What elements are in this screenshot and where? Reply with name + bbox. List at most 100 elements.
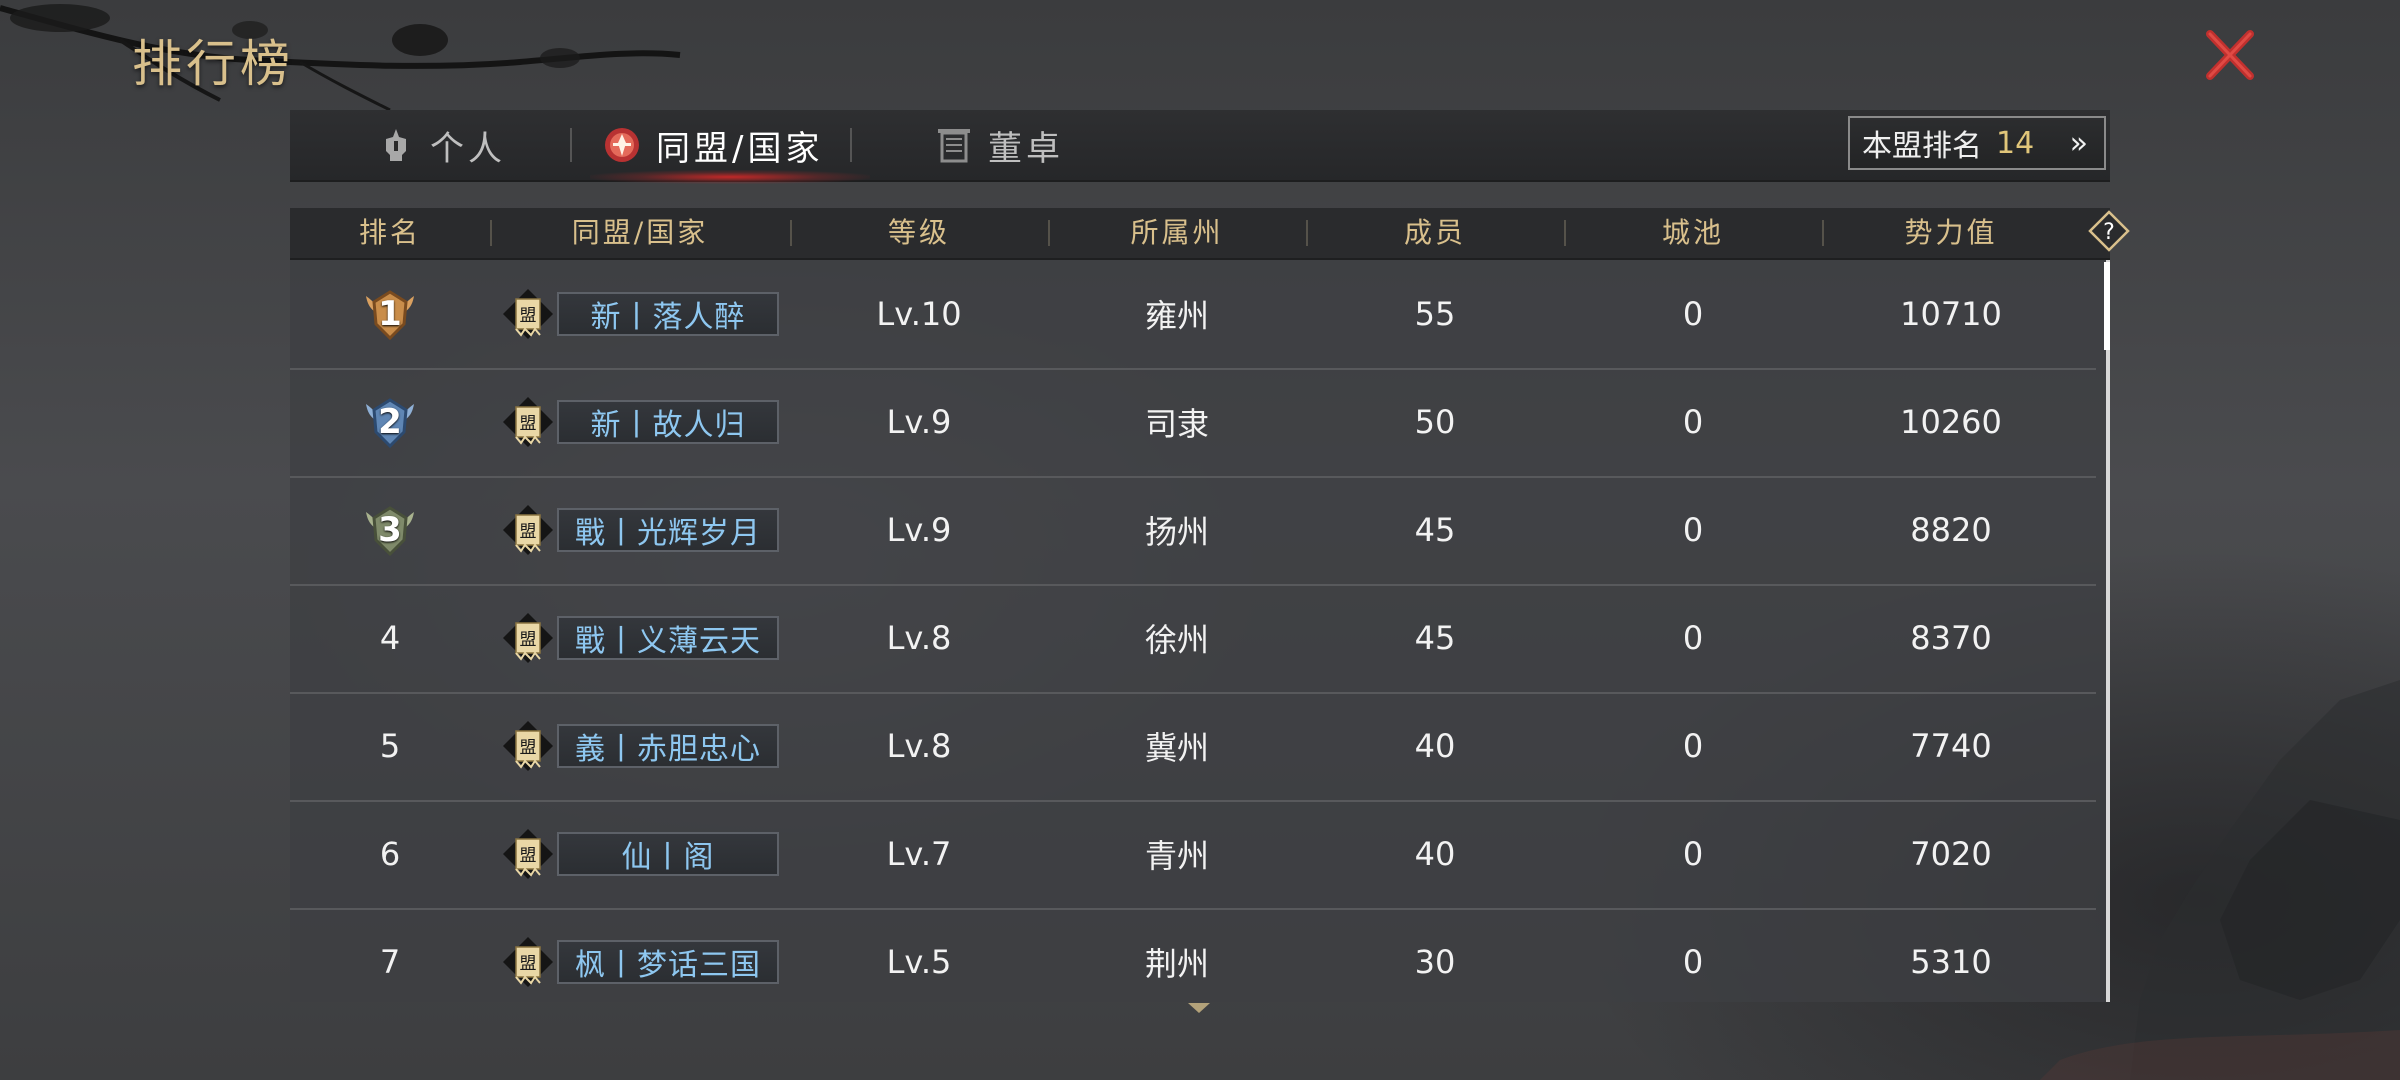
my-alliance-rank-button[interactable]: 本盟排名 14 »	[1848, 116, 2106, 170]
scrollbar-track[interactable]	[2106, 260, 2110, 1002]
table-row[interactable]: 7 盟 枫丨梦话三国 Lv.5 荆州 30 0 5310	[290, 908, 2096, 1002]
ranking-table-body[interactable]: 1 盟 新丨落人醉 Lv.10 雍州 55 0 10710 2 盟 新丨故人归	[290, 260, 2110, 1002]
power-cell: 10260	[1900, 403, 2002, 441]
rank-number: 2	[378, 402, 402, 442]
rank-medal-icon: 1	[360, 284, 420, 344]
power-cell: 10710	[1900, 295, 2002, 333]
alliance-badge-icon: 盟	[503, 937, 553, 987]
svg-text:盟: 盟	[520, 630, 537, 650]
power-cell: 8820	[1910, 511, 1992, 549]
alliance-name-link[interactable]: 義丨赤胆忠心	[557, 724, 779, 768]
power-cell: 5310	[1910, 943, 1992, 981]
active-tab-indicator	[590, 170, 870, 184]
table-row[interactable]: 4 盟 戰丨义薄云天 Lv.8 徐州 45 0 8370	[290, 584, 2096, 694]
my-rank-label: 本盟排名	[1862, 129, 1982, 164]
alliance-badge-icon: 盟	[503, 613, 553, 663]
members-cell: 45	[1414, 619, 1456, 657]
tab-bar: 个人 同盟/国家 董卓	[290, 110, 2110, 184]
cities-cell: 0	[1682, 727, 1704, 765]
level-cell: Lv.5	[886, 943, 952, 981]
rank-cell: 6	[290, 800, 490, 908]
level-cell: Lv.9	[886, 511, 952, 549]
column-header-state: 所属州	[1130, 216, 1224, 249]
alliance-name-link[interactable]: 新丨落人醉	[557, 292, 779, 336]
members-cell: 40	[1414, 727, 1456, 765]
level-cell: Lv.10	[876, 295, 962, 333]
rank-number: 3	[378, 510, 402, 550]
table-row[interactable]: 5 盟 義丨赤胆忠心 Lv.8 冀州 40 0 7740	[290, 692, 2096, 802]
banner-icon	[938, 129, 970, 163]
double-chevron-right-icon: »	[2069, 125, 2088, 161]
tab-personal[interactable]: 个人	[376, 110, 506, 180]
rank-number: 6	[379, 835, 401, 873]
state-cell: 荆州	[1144, 945, 1209, 983]
helmet-icon	[386, 129, 406, 161]
rank-cell: 4	[290, 584, 490, 692]
alliance-name-link[interactable]: 枫丨梦话三国	[557, 940, 779, 984]
members-cell: 30	[1414, 943, 1456, 981]
page-title: 排行榜	[132, 35, 294, 93]
alliance-badge-icon: 盟	[503, 721, 553, 771]
tab-alliance-label: 同盟/国家	[656, 128, 824, 169]
state-cell: 冀州	[1144, 729, 1209, 767]
rank-medal-icon: 3	[360, 500, 420, 560]
cities-cell: 0	[1682, 403, 1704, 441]
rank-cell: 1	[290, 260, 490, 368]
members-cell: 45	[1414, 511, 1456, 549]
column-header-power: 势力值	[1904, 216, 1998, 249]
state-cell: 司隶	[1144, 405, 1209, 443]
state-cell: 徐州	[1144, 621, 1209, 659]
help-icon[interactable]: ?	[2088, 210, 2130, 252]
alliance-badge-icon: 盟	[503, 829, 553, 879]
rank-cell: 2	[290, 368, 490, 476]
power-cell: 8370	[1910, 619, 1992, 657]
table-row[interactable]: 6 盟 仙丨阁 Lv.7 青州 40 0 7020	[290, 800, 2096, 910]
alliance-cell: 盟 枫丨梦话三国	[490, 908, 790, 1002]
state-cell: 雍州	[1144, 297, 1209, 335]
tab-divider	[850, 128, 852, 162]
level-cell: Lv.8	[886, 727, 952, 765]
power-cell: 7020	[1910, 835, 1992, 873]
rank-number: 1	[378, 294, 402, 334]
column-header-members: 成员	[1403, 216, 1466, 249]
members-cell: 40	[1414, 835, 1456, 873]
svg-text:盟: 盟	[520, 846, 537, 866]
svg-text:盟: 盟	[520, 414, 537, 434]
alliance-cell: 盟 新丨故人归	[490, 368, 790, 476]
cities-cell: 0	[1682, 943, 1704, 981]
state-cell: 扬州	[1144, 513, 1209, 551]
cities-cell: 0	[1682, 295, 1704, 333]
alliance-name-link[interactable]: 仙丨阁	[557, 832, 779, 876]
alliance-badge-icon: 盟	[503, 505, 553, 555]
members-cell: 50	[1414, 403, 1456, 441]
close-icon[interactable]	[2200, 26, 2260, 86]
rank-number: 7	[379, 943, 401, 981]
cities-cell: 0	[1682, 619, 1704, 657]
alliance-cell: 盟 戰丨义薄云天	[490, 584, 790, 692]
alliance-cell: 盟 義丨赤胆忠心	[490, 692, 790, 800]
scrollbar-thumb[interactable]	[2104, 262, 2110, 350]
level-cell: Lv.8	[886, 619, 952, 657]
alliance-name-link[interactable]: 戰丨义薄云天	[557, 616, 779, 660]
svg-text:盟: 盟	[520, 738, 537, 758]
state-cell: 青州	[1144, 837, 1209, 875]
level-cell: Lv.7	[886, 835, 952, 873]
column-header-alliance: 同盟/国家	[571, 216, 709, 249]
tab-dongzhuo[interactable]: 董卓	[934, 110, 1064, 180]
alliance-name-link[interactable]: 戰丨光辉岁月	[557, 508, 779, 552]
members-cell: 55	[1414, 295, 1456, 333]
column-header-rank: 排名	[358, 216, 421, 249]
rank-medal-icon: 2	[360, 392, 420, 452]
tab-divider	[570, 128, 572, 162]
alliance-cell: 盟 戰丨光辉岁月	[490, 476, 790, 584]
table-header: 排名 同盟/国家 等级 所属州 成员 城池 势力值	[290, 208, 2110, 260]
svg-text:盟: 盟	[520, 522, 537, 542]
table-row[interactable]: 2 盟 新丨故人归 Lv.9 司隶 50 0 10260	[290, 368, 2096, 478]
table-row[interactable]: 1 盟 新丨落人醉 Lv.10 雍州 55 0 10710	[290, 260, 2096, 370]
rank-number: 5	[379, 727, 401, 765]
table-row[interactable]: 3 盟 戰丨光辉岁月 Lv.9 扬州 45 0 8820	[290, 476, 2096, 586]
alliance-name-link[interactable]: 新丨故人归	[557, 400, 779, 444]
rank-cell: 5	[290, 692, 490, 800]
column-header-cities: 城池	[1661, 216, 1724, 249]
tab-dongzhuo-label: 董卓	[988, 128, 1064, 169]
